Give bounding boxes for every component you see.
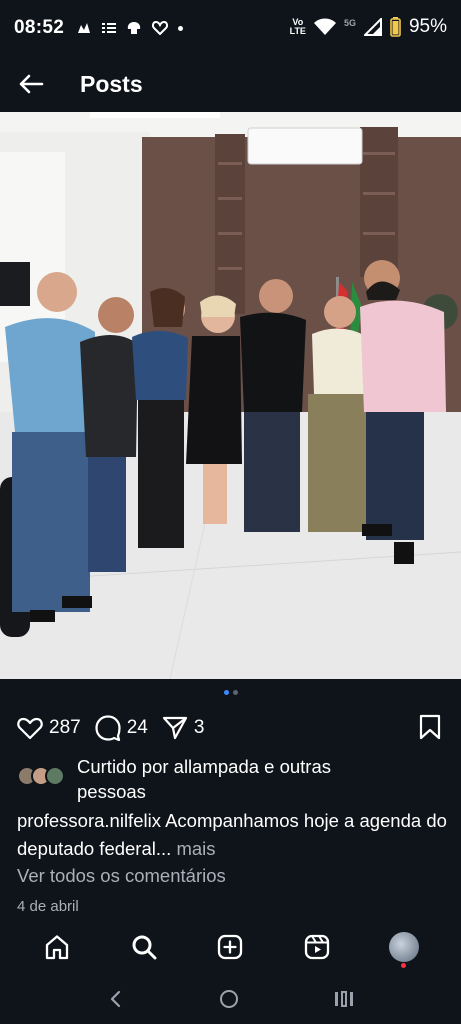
caption-username[interactable]: professora.nilfelix	[17, 810, 161, 831]
share-count: 3	[193, 717, 205, 738]
nav-search[interactable]	[122, 925, 166, 969]
comment-icon	[95, 715, 121, 741]
back-icon[interactable]	[108, 990, 124, 1008]
notification-icon	[78, 23, 91, 33]
post-actions: 287 24 3	[0, 710, 461, 746]
nav-reels[interactable]	[295, 925, 339, 969]
dot-icon	[178, 25, 184, 31]
battery-icon	[390, 17, 401, 37]
profile-avatar	[388, 932, 419, 968]
liked-by-text: Curtido por allampada e outras pessoas	[77, 756, 332, 802]
system-nav-bar	[0, 974, 461, 1024]
bookmark-icon	[419, 714, 441, 740]
signal-icon	[363, 18, 382, 36]
reels-icon	[304, 934, 330, 960]
bottom-nav	[0, 920, 461, 974]
wifi-icon	[313, 18, 336, 35]
liked-by-avatars	[17, 766, 77, 804]
create-icon	[218, 934, 243, 960]
notification-dot	[400, 963, 406, 968]
carousel-dot-active	[223, 690, 229, 695]
share-button[interactable]: 3	[162, 716, 205, 740]
settings-icon	[127, 22, 141, 34]
home-icon	[46, 935, 69, 960]
send-icon	[162, 716, 187, 740]
nav-create[interactable]	[208, 925, 252, 969]
carousel-indicator	[0, 690, 461, 695]
post-caption[interactable]: professora.nilfelix Acompanhamos hoje a …	[17, 807, 447, 863]
search-icon	[132, 935, 157, 960]
caption-more-link[interactable]: mais	[176, 838, 215, 859]
status-bar: 08:52 Vo LTE 5G 95%	[0, 0, 461, 56]
avatar	[45, 766, 65, 786]
status-right: Vo LTE 5G 95%	[290, 16, 447, 38]
page-title: Posts	[80, 70, 143, 97]
status-notification-icons	[76, 21, 184, 35]
save-button[interactable]	[419, 714, 441, 745]
battery-percent: 95%	[408, 16, 447, 37]
arrow-left-icon	[19, 74, 44, 94]
liked-by-row[interactable]: Curtido por allampada e outras pessoas	[17, 754, 447, 804]
comment-button[interactable]: 24	[95, 715, 148, 741]
back-button[interactable]	[0, 56, 62, 112]
group-photo-image	[0, 112, 461, 679]
like-count: 287	[49, 717, 81, 738]
home-circle-icon[interactable]	[219, 989, 239, 1009]
header: Posts	[0, 56, 461, 112]
nav-profile[interactable]	[382, 925, 426, 969]
comment-count: 24	[126, 717, 148, 738]
carousel-dot	[232, 690, 238, 695]
heart-outline-icon	[17, 717, 43, 740]
heart-icon	[152, 21, 169, 35]
like-button[interactable]: 287	[17, 716, 81, 740]
view-comments-link[interactable]: Ver todos os comentários	[17, 865, 226, 887]
post-date: 4 de abril	[17, 898, 79, 915]
message-icon	[102, 23, 117, 33]
post-photo[interactable]	[0, 112, 461, 679]
recents-icon[interactable]	[334, 990, 354, 1008]
network-type: 5G	[343, 17, 356, 28]
nav-home[interactable]	[35, 925, 79, 969]
status-time: 08:52	[14, 17, 65, 38]
volte-indicator: Vo LTE	[289, 17, 306, 36]
